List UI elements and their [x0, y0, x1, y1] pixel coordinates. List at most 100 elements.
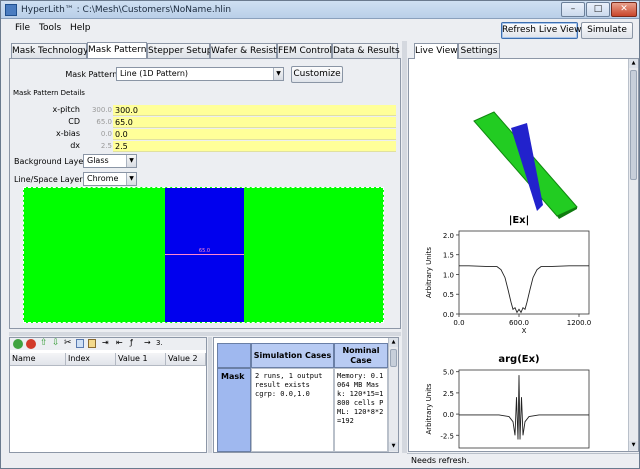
- chart2-title: arg(Ex): [498, 354, 540, 365]
- field-input-cd[interactable]: 65.0: [113, 117, 396, 128]
- move-down-icon[interactable]: ⇩: [52, 338, 60, 348]
- y-tick-label: 0.5: [443, 291, 454, 299]
- scroll-thumb[interactable]: [630, 70, 637, 180]
- menu-file[interactable]: File: [15, 23, 30, 33]
- scroll-down-icon[interactable]: ▼: [389, 442, 398, 451]
- header-nominal-case[interactable]: Nominal Case Details: [334, 343, 388, 368]
- field-default-x-pitch: 300.0: [91, 106, 112, 114]
- field-input-dx[interactable]: 2.5: [113, 141, 396, 152]
- x-tick-label: 1200.0: [567, 319, 592, 327]
- copy-icon[interactable]: [76, 339, 84, 348]
- main-splitter[interactable]: [402, 41, 407, 453]
- y-tick-label: 0.0: [443, 311, 454, 319]
- close-button[interactable]: ✕: [611, 2, 637, 17]
- tab-wafer-resist[interactable]: Wafer & Resist: [210, 43, 277, 58]
- refresh-live-view-button[interactable]: Refresh Live View: [501, 22, 581, 39]
- add-icon[interactable]: [13, 339, 23, 349]
- cell-simulation-cases[interactable]: 2 runs, 1 output result exists cgrp: 0.0…: [251, 368, 334, 452]
- live-view-scrollbar[interactable]: ▲ ▼: [628, 59, 638, 451]
- scroll-thumb[interactable]: [390, 349, 397, 367]
- row-header-mask: Mask: [217, 368, 251, 452]
- scroll-down-icon[interactable]: ▼: [629, 441, 638, 450]
- y-tick-label: 1.0: [443, 271, 454, 279]
- expand-x-icon[interactable]: ⇥: [102, 338, 109, 347]
- sim-table-scrollbar[interactable]: ▲ ▼: [388, 338, 398, 452]
- corner-cell: [217, 343, 251, 368]
- expand-y-icon[interactable]: ⇤: [116, 338, 123, 347]
- customize-button[interactable]: Customize: [291, 66, 343, 83]
- y-tick-label: 0.0: [443, 411, 454, 419]
- live-view-canvas: 0.0 0.5 1.0 1.5 2.0 0.0 600.0 1200.0 X Arbitrary …: [425, 111, 592, 449]
- scroll-up-icon[interactable]: ▲: [389, 338, 398, 347]
- col-index[interactable]: Index: [66, 353, 116, 366]
- cd-dimension-line: [165, 254, 244, 255]
- y-tick-label: 2.5: [443, 390, 454, 398]
- field-label-x-pitch: x-pitch: [52, 105, 80, 114]
- tab-mask-technology[interactable]: Mask Technology: [11, 43, 88, 58]
- ex-phase-chart: 5.0 2.5 0.0 -2.5 Arbitrary Units: [425, 369, 590, 449]
- move-up-icon[interactable]: ⇧: [40, 338, 48, 348]
- scroll-up-icon[interactable]: ▲: [629, 59, 638, 68]
- field-input-x-bias[interactable]: 0.0: [113, 129, 396, 140]
- tab-data-results[interactable]: Data & Results: [332, 43, 400, 58]
- window-title: HyperLith™ : C:\Mesh\Customers\NoName.hl…: [21, 5, 232, 15]
- cell-nominal-details[interactable]: Memory: 0.1064 MB Mask: 120*15=1800 cell…: [334, 368, 388, 452]
- field-label-x-bias: x-bias: [56, 129, 80, 138]
- field-input-x-pitch[interactable]: 300.0: [113, 105, 396, 116]
- series-line: [459, 265, 589, 314]
- menu-tools[interactable]: Tools: [39, 23, 61, 33]
- tab-mask-pattern[interactable]: Mask Pattern: [87, 42, 147, 58]
- arrow-right-icon[interactable]: →: [144, 338, 151, 347]
- chart1-title: |Ex|: [508, 215, 530, 226]
- live-view-panel: 0.0 0.5 1.0 1.5 2.0 0.0 600.0 1200.0 X Arbitrary …: [408, 58, 639, 452]
- menu-help[interactable]: Help: [70, 23, 91, 33]
- y-tick-label: 1.5: [443, 252, 454, 260]
- vertical-splitter[interactable]: [208, 337, 212, 453]
- y-axis-label: Arbitrary Units: [425, 383, 433, 434]
- background-layer-select[interactable]: Glass ▼: [83, 154, 137, 168]
- field-label-cd: CD: [68, 117, 80, 126]
- x-axis-label: X: [522, 327, 527, 335]
- field-default-cd: 65.0: [96, 118, 112, 126]
- function-icon[interactable]: ƒ: [130, 338, 133, 347]
- mask-pattern-label: Mask Pattern:: [65, 70, 120, 79]
- remove-icon[interactable]: [26, 339, 36, 349]
- tab-live-view[interactable]: Live View: [414, 43, 458, 59]
- horizontal-splitter[interactable]: [9, 332, 401, 336]
- field-label-dx: dx: [70, 141, 80, 150]
- parameter-toolbar: ⇧ ⇩ ✂ ⇥ ⇤ ƒ → 3.: [10, 338, 206, 350]
- simulation-panel: Simulation Cases Nominal Case Details Ma…: [213, 337, 399, 453]
- details-title: Mask Pattern Details: [13, 89, 85, 97]
- app-window: HyperLith™ : C:\Mesh\Customers\NoName.hl…: [0, 0, 640, 469]
- maximize-button[interactable]: □: [586, 2, 610, 17]
- field-default-dx: 2.5: [100, 142, 112, 150]
- header-simulation-cases[interactable]: Simulation Cases: [251, 343, 334, 368]
- tab-stepper-setup[interactable]: Stepper Setup: [147, 43, 213, 58]
- line-space-layer-select[interactable]: Chrome ▼: [83, 172, 137, 186]
- y-tick-label: -2.5: [440, 432, 454, 440]
- app-icon: [5, 4, 17, 16]
- y-tick-label: 2.0: [443, 232, 454, 240]
- chevron-down-icon: ▼: [126, 173, 136, 185]
- paste-icon[interactable]: [88, 339, 96, 348]
- background-layer-label: Background Layer: [14, 157, 87, 166]
- chevron-down-icon: ▼: [273, 68, 283, 80]
- col-value-1[interactable]: Value 1: [116, 353, 166, 366]
- tab-fem-control[interactable]: FEM Control: [277, 43, 332, 58]
- cd-dimension-label: 65.0: [198, 248, 211, 254]
- col-value-2[interactable]: Value 2: [166, 353, 206, 366]
- minimize-button[interactable]: –: [561, 2, 585, 17]
- mask-pattern-panel: Mask Pattern: Line (1D Pattern) ▼ Custom…: [9, 58, 401, 329]
- mask-pattern-select[interactable]: Line (1D Pattern) ▼: [116, 67, 284, 81]
- field-default-x-bias: 0.0: [100, 130, 112, 138]
- chrome-line: [165, 188, 244, 322]
- y-tick-label: 5.0: [443, 369, 454, 377]
- cut-icon[interactable]: ✂: [64, 338, 72, 348]
- col-name[interactable]: Name: [10, 353, 66, 366]
- mask-preview-canvas[interactable]: 65.0: [23, 187, 384, 323]
- simulate-button[interactable]: Simulate: [581, 22, 633, 39]
- tab-settings[interactable]: Settings: [458, 43, 500, 58]
- chevron-down-icon: ▼: [126, 155, 136, 167]
- line-space-layer-value: Chrome: [87, 174, 119, 183]
- more-tools[interactable]: 3.: [156, 339, 163, 347]
